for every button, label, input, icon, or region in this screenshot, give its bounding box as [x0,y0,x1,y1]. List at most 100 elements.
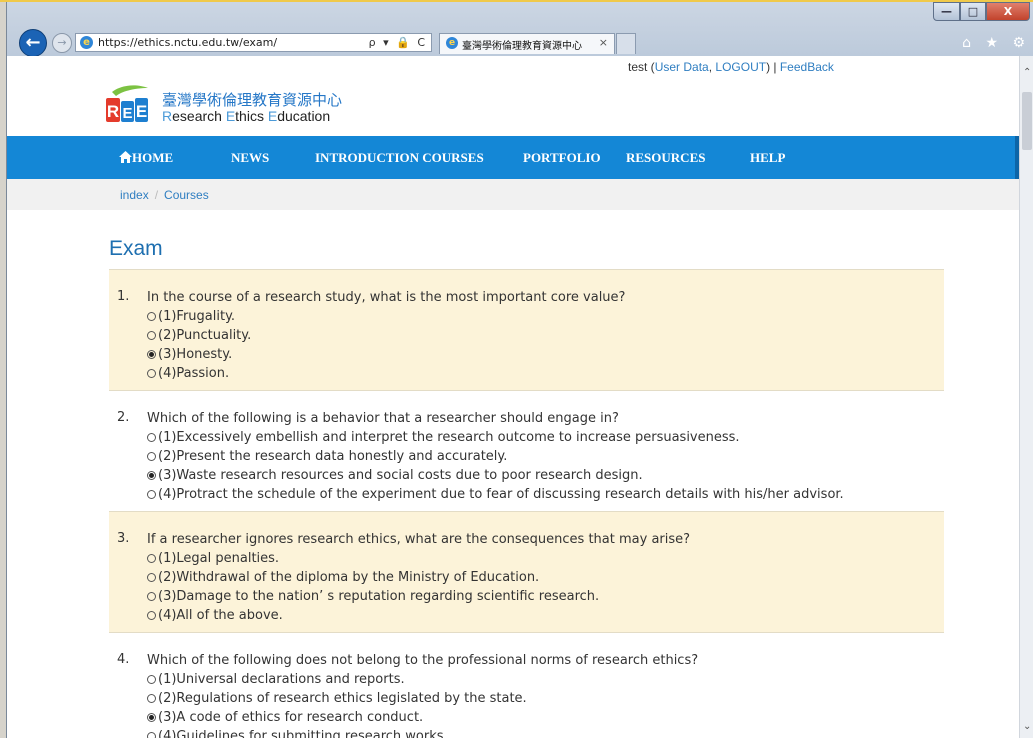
answer-option[interactable]: (4)All of the above. [147,606,944,625]
question-number: 3. [117,531,130,546]
svg-text:E: E [136,102,147,121]
page-title: Exam [109,237,163,260]
breadcrumb-separator: / [154,188,159,202]
site-name-en[interactable]: Research Ethics Education [162,108,330,124]
option-label: (4)Passion. [158,366,230,381]
main-nav: HOME NEWS INTRODUCTION COURSES PORTFOLIO… [7,136,1019,179]
nav-item-resources[interactable]: RESOURCES [626,150,705,166]
radio-button[interactable] [147,490,156,499]
ree-logo-icon[interactable]: R E E [104,82,150,124]
radio-button-selected[interactable] [147,350,156,359]
radio-button[interactable] [147,611,156,620]
breadcrumb-bar: index / Courses [7,179,1019,210]
answer-option[interactable]: (3)Waste research resources and social c… [147,466,944,485]
logout-link[interactable]: LOGOUT [715,60,766,74]
nav-item-portfolio[interactable]: PORTFOLIO [523,150,601,166]
breadcrumb-courses[interactable]: Courses [164,188,209,202]
option-label: (2)Withdrawal of the diploma by the Mini… [158,570,540,585]
answer-option[interactable]: (1)Legal penalties. [147,549,944,568]
logo-letter: E [225,108,236,124]
tab-title: 臺灣學術倫理教育資源中心 [462,41,582,52]
answer-option[interactable]: (1)Frugality. [147,307,944,326]
browser-window: — □ X ← → e https://ethics.nctu.edu.tw/e… [6,2,1033,738]
new-tab-button[interactable] [616,33,636,54]
answer-option[interactable]: (2)Withdrawal of the diploma by the Mini… [147,568,944,587]
question-text: In the course of a research study, what … [147,290,626,305]
window-controls: — □ X [933,2,1030,22]
user-data-link[interactable]: User Data [655,60,709,74]
answer-option[interactable]: (1)Universal declarations and reports. [147,670,944,689]
ie-icon: e [80,36,93,49]
question-text: Which of the following does not belong t… [147,653,699,668]
back-button[interactable]: ← [19,29,47,57]
feedback-link[interactable]: FeedBack [780,60,834,74]
logo-word: thics [235,108,268,124]
radio-button-selected[interactable] [147,713,156,722]
answer-option[interactable]: (3)Damage to the nation’ s reputation re… [147,587,944,606]
question-list: 1. In the course of a research study, wh… [109,269,944,738]
radio-button[interactable] [147,312,156,321]
radio-button[interactable] [147,452,156,461]
username: test [628,60,648,74]
option-label: (4)Protract the schedule of the experime… [158,487,844,502]
scroll-down-icon[interactable]: ⌄ [1023,721,1031,732]
radio-button[interactable] [147,592,156,601]
browser-tab[interactable]: e 臺灣學術倫理教育資源中心 × [439,33,615,54]
radio-button[interactable] [147,573,156,582]
forward-button[interactable]: → [52,33,72,53]
nav-item-news[interactable]: NEWS [231,150,269,166]
breadcrumb: index / Courses [120,188,209,202]
home-favorites-tools-icons[interactable]: ⌂ ★ ⚙ [962,35,1030,51]
scroll-up-icon[interactable]: ⌃ [1023,67,1031,78]
close-tab-icon[interactable]: × [599,36,608,49]
address-url[interactable]: https://ethics.nctu.edu.tw/exam/ [98,36,277,49]
radio-button[interactable] [147,675,156,684]
option-label: (1)Frugality. [158,309,236,324]
radio-button[interactable] [147,554,156,563]
scrollbar-thumb[interactable] [1022,92,1032,150]
option-label: (3)Damage to the nation’ s reputation re… [158,589,600,604]
radio-button[interactable] [147,433,156,442]
question-text: Which of the following is a behavior tha… [147,411,619,426]
answer-option[interactable]: (4)Protract the schedule of the experime… [147,485,944,504]
minimize-button[interactable]: — [933,2,960,21]
option-label: (1)Universal declarations and reports. [158,672,405,687]
answer-option[interactable]: (3)Honesty. [147,345,944,364]
close-window-button[interactable]: X [986,2,1030,21]
nav-item-introduction-courses[interactable]: INTRODUCTION COURSES [315,150,484,166]
question-number: 1. [117,289,130,304]
breadcrumb-index[interactable]: index [120,188,149,202]
question-item: 2. Which of the following is a behavior … [109,390,944,511]
question-number: 4. [117,652,130,667]
radio-button[interactable] [147,732,156,738]
option-label: (2)Regulations of research ethics legisl… [158,691,527,706]
option-label: (1)Excessively embellish and interpret t… [158,430,740,445]
svg-text:E: E [122,105,132,122]
maximize-button[interactable]: □ [960,2,986,21]
address-bar[interactable]: e https://ethics.nctu.edu.tw/exam/ ρ ▾ 🔒… [75,33,432,52]
nav-item-help[interactable]: HELP [750,150,785,166]
answer-option[interactable]: (3)A code of ethics for research conduct… [147,708,944,727]
logo-word: ducation [277,108,331,124]
site-name-zh[interactable]: 臺灣學術倫理教育資源中心 [162,89,342,110]
answer-option[interactable]: (4)Passion. [147,364,944,383]
radio-button[interactable] [147,331,156,340]
option-label: (4)All of the above. [158,608,283,623]
answer-option[interactable]: (2)Present the research data honestly an… [147,447,944,466]
option-label: (3)A code of ethics for research conduct… [158,710,424,725]
radio-button-selected[interactable] [147,471,156,480]
answer-option[interactable]: (2)Punctuality. [147,326,944,345]
vertical-scrollbar[interactable]: ⌃ ⌄ [1019,56,1033,738]
option-label: (4)Guidelines for submitting research wo… [158,729,448,738]
radio-button[interactable] [147,369,156,378]
answer-option[interactable]: (4)Guidelines for submitting research wo… [147,727,944,738]
question-item: 3. If a researcher ignores research ethi… [109,511,944,632]
nav-item-home[interactable]: HOME [119,150,173,166]
browser-chrome: — □ X ← → e https://ethics.nctu.edu.tw/e… [7,2,1033,57]
answer-option[interactable]: (1)Excessively embellish and interpret t… [147,428,944,447]
radio-button[interactable] [147,694,156,703]
option-label: (2)Present the research data honestly an… [158,449,508,464]
address-tools[interactable]: ρ ▾ 🔒 C [369,36,427,49]
question-item: 4. Which of the following does not belon… [109,632,944,738]
answer-option[interactable]: (2)Regulations of research ethics legisl… [147,689,944,708]
